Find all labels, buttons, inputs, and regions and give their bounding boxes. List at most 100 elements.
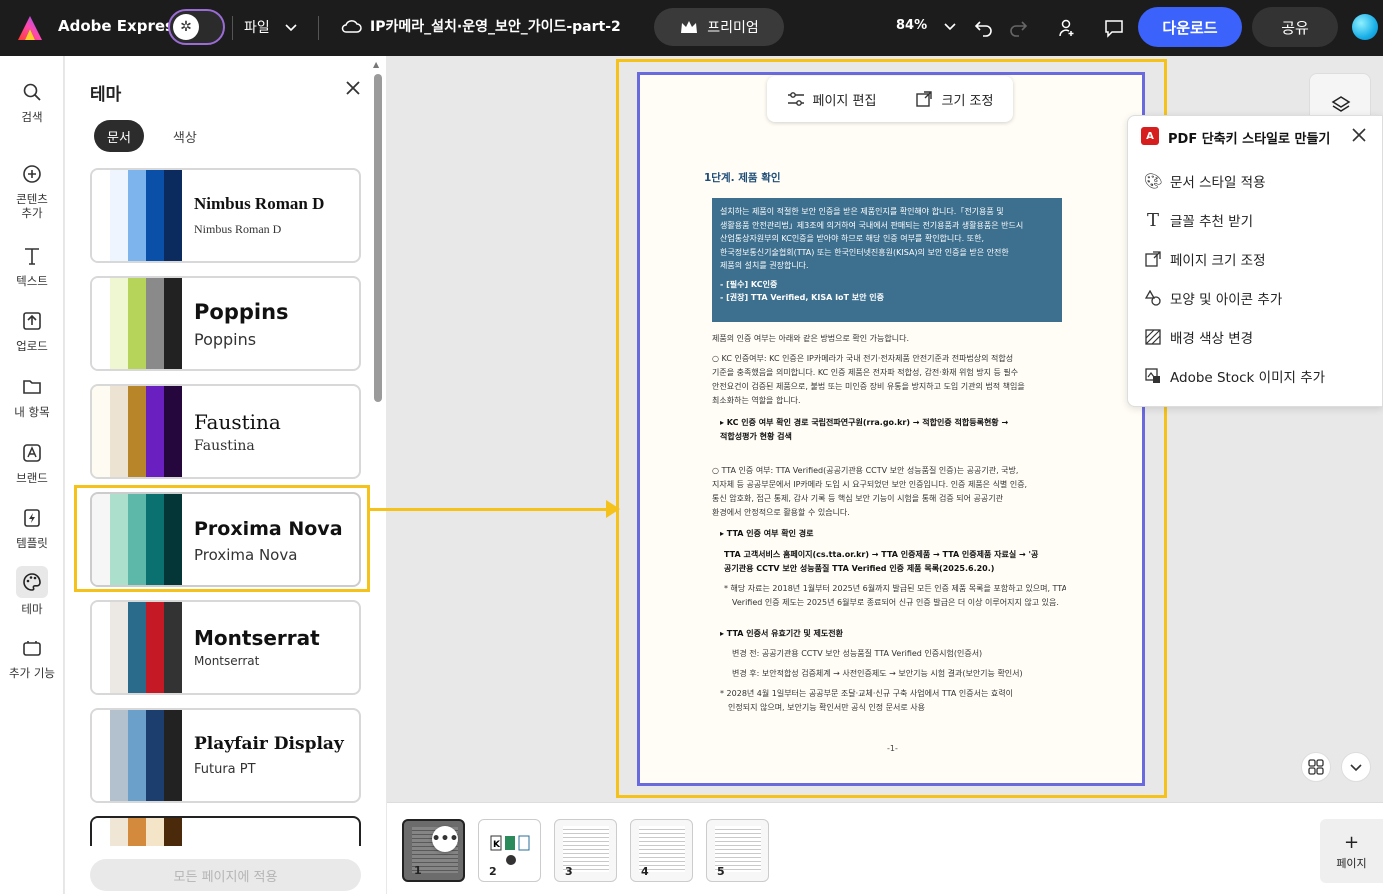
addons-icon [18, 634, 46, 662]
more-options-icon[interactable]: ••• [432, 826, 458, 852]
grid-view-button[interactable] [1301, 752, 1331, 782]
swatch [92, 170, 110, 261]
theme-card[interactable]: Playfair Display Futura PT [90, 708, 361, 803]
swatch [146, 386, 164, 477]
collaborate-icon[interactable] [1054, 16, 1078, 40]
page-toolbar: 페이지 편집 크기 조정 [767, 76, 1013, 122]
popup-item-label: 배경 색상 변경 [1170, 331, 1254, 347]
tab-document[interactable]: 문서 [94, 120, 144, 152]
theme-font: Futura PT [194, 762, 256, 777]
file-menu-label: 파일 [244, 20, 270, 36]
popup-item-font[interactable]: T 글꼴 추천 받기 [1144, 210, 1253, 231]
page-text-line: ▸ TTA 인증 여부 확인 경로 [720, 529, 814, 538]
scroll-up-icon[interactable]: ▲ [373, 60, 379, 69]
resize-button[interactable]: 크기 조정 [915, 90, 993, 109]
theme-font: Nimbus Roman D [194, 222, 282, 236]
rail-item-brand[interactable]: 브랜드 [0, 439, 64, 485]
page-text-line: 인정되지 않으며, 보안기능 확인서만 공식 인정 문서로 사용 [728, 703, 925, 712]
theme-card[interactable]: Faustina Faustina [90, 384, 361, 479]
avatar[interactable] [1352, 14, 1378, 40]
popup-item-apply-style[interactable]: 🎨︎ 문서 스타일 적용 [1143, 171, 1266, 191]
page-thumb-2[interactable]: K 2 [478, 819, 541, 882]
box-line: 산업통상자원부의 KC인증을 받아야 하므로 해당 인증 여부를 확인합니다. … [720, 234, 984, 243]
document-title[interactable]: IP카메라_설치·운영_보안_가이드-part-2 [340, 16, 621, 36]
page-thumb-4[interactable]: 4 [630, 819, 693, 882]
undo-icon[interactable] [972, 16, 996, 40]
page-text-line: * 해당 자료는 2018년 1월부터 2025년 6월까지 발급된 모든 인증… [724, 584, 1066, 593]
popup-item-label: 문서 스타일 적용 [1170, 175, 1266, 191]
premium-label: 프리미엄 [707, 20, 759, 36]
shapes-icon [1144, 289, 1162, 307]
scrollbar[interactable] [374, 74, 382, 402]
swatch [110, 386, 128, 477]
swatch [146, 278, 164, 369]
swatch [164, 170, 182, 261]
apply-all-pages-button[interactable]: 모든 페이지에 적용 [90, 859, 361, 891]
text-icon [18, 242, 46, 270]
box-line: 생활용품 안전관리법」제3조에 의거하여 국내에서 판매되는 전기용품과 생활용… [720, 220, 1024, 230]
theme-panel: 테마 문서 색상 ▲ Nimbus Roman D Nimbus Roman D… [65, 56, 386, 894]
divider [318, 16, 319, 40]
resize-icon [916, 91, 933, 107]
page-text-line: 지자체 등 공공부문에서 IP카메라 도입 시 요구되었던 보안 인증입니다. … [712, 480, 1028, 489]
rail-label: 추가 기능 [9, 666, 55, 680]
close-icon[interactable] [1350, 126, 1368, 144]
share-button[interactable]: 공유 [1252, 7, 1338, 47]
page-text-line: 환경에서 안정적으로 활용할 수 있습니다. [712, 508, 850, 517]
popup-item-background[interactable]: 배경 색상 변경 [1144, 327, 1253, 347]
close-icon[interactable] [343, 78, 363, 98]
file-menu[interactable]: 파일 [244, 17, 298, 37]
palette-icon [16, 566, 48, 598]
edit-page-label: 페이지 편집 [812, 93, 877, 109]
pdf-icon: A [1141, 127, 1159, 145]
page-text-line: * 2028년 4월 1일부터는 공공부문 조달·교체·신규 구축 사업에서 T… [720, 689, 1013, 698]
box-bullet: - [권장] TTA Verified, KISA IoT 보안 인증 [720, 293, 885, 302]
redo-icon[interactable] [1006, 16, 1030, 40]
swatch [164, 710, 182, 801]
add-page-button[interactable]: + 페이지 [1320, 819, 1383, 883]
theme-card[interactable]: Poppins Poppins [90, 276, 361, 371]
rail-item-addons[interactable]: 추가 기능 [0, 634, 64, 680]
page-thumb-5[interactable]: 5 [706, 819, 769, 882]
theme-card[interactable]: Nimbus Roman D Nimbus Roman D [90, 168, 361, 263]
selection-highlight [74, 485, 370, 592]
rail-item-add-content[interactable]: 콘텐츠 추가 [0, 160, 64, 220]
page-text-line: 공기관용 CCTV 보안 성능품질 TTA Verified 인증 제품 목록(… [724, 564, 995, 573]
rail-item-text[interactable]: 텍스트 [0, 242, 64, 288]
page-number: -1- [887, 744, 898, 753]
rail-item-search[interactable]: 검색 [0, 78, 64, 124]
rail-item-templates[interactable]: 템플릿 [0, 504, 64, 550]
swatch [92, 278, 110, 369]
page-thumb-number: 4 [641, 865, 649, 878]
page-thumb-3[interactable]: 3 [554, 819, 617, 882]
theme-card-partial[interactable] [90, 816, 361, 846]
collapse-pages-button[interactable] [1341, 752, 1371, 782]
popup-item-resize[interactable]: 페이지 크기 조정 [1144, 249, 1266, 269]
theme-font: Faustina [194, 438, 255, 454]
popup-item-label: 모양 및 아이콘 추가 [1170, 292, 1283, 308]
edit-page-button[interactable]: 페이지 편집 [787, 90, 877, 109]
page-text-line: 적합성평가 현황 검색 [720, 432, 792, 441]
popup-item-stock[interactable]: Adobe Stock 이미지 추가 [1144, 366, 1325, 386]
rail-item-my-stuff[interactable]: 내 항목 [0, 373, 64, 419]
chevron-down-icon [285, 24, 297, 32]
swatch [164, 602, 182, 693]
theme-name: Nimbus Roman D [194, 194, 325, 213]
rail-item-upload[interactable]: 업로드 [0, 307, 64, 353]
template-icon [18, 504, 46, 532]
popup-item-shapes[interactable]: 모양 및 아이콘 추가 [1144, 288, 1282, 308]
swatch [128, 386, 146, 477]
download-button[interactable]: 다운로드 [1138, 7, 1242, 47]
adobe-express-logo[interactable] [16, 14, 44, 42]
premium-button[interactable]: 프리미엄 [654, 8, 784, 46]
chevron-down-icon [1350, 764, 1362, 772]
zoom-control[interactable]: 84% [896, 18, 957, 33]
panel-title: 테마 [90, 85, 122, 105]
theme-card[interactable]: Montserrat Montserrat [90, 600, 361, 695]
magic-toggle[interactable]: ✲ [168, 9, 225, 45]
grid-icon [1308, 759, 1324, 775]
rail-item-theme[interactable]: 테마 [0, 566, 64, 616]
comment-icon[interactable] [1102, 16, 1126, 40]
tab-color[interactable]: 색상 [160, 120, 210, 152]
page-thumb-1[interactable]: 1 [402, 819, 465, 882]
